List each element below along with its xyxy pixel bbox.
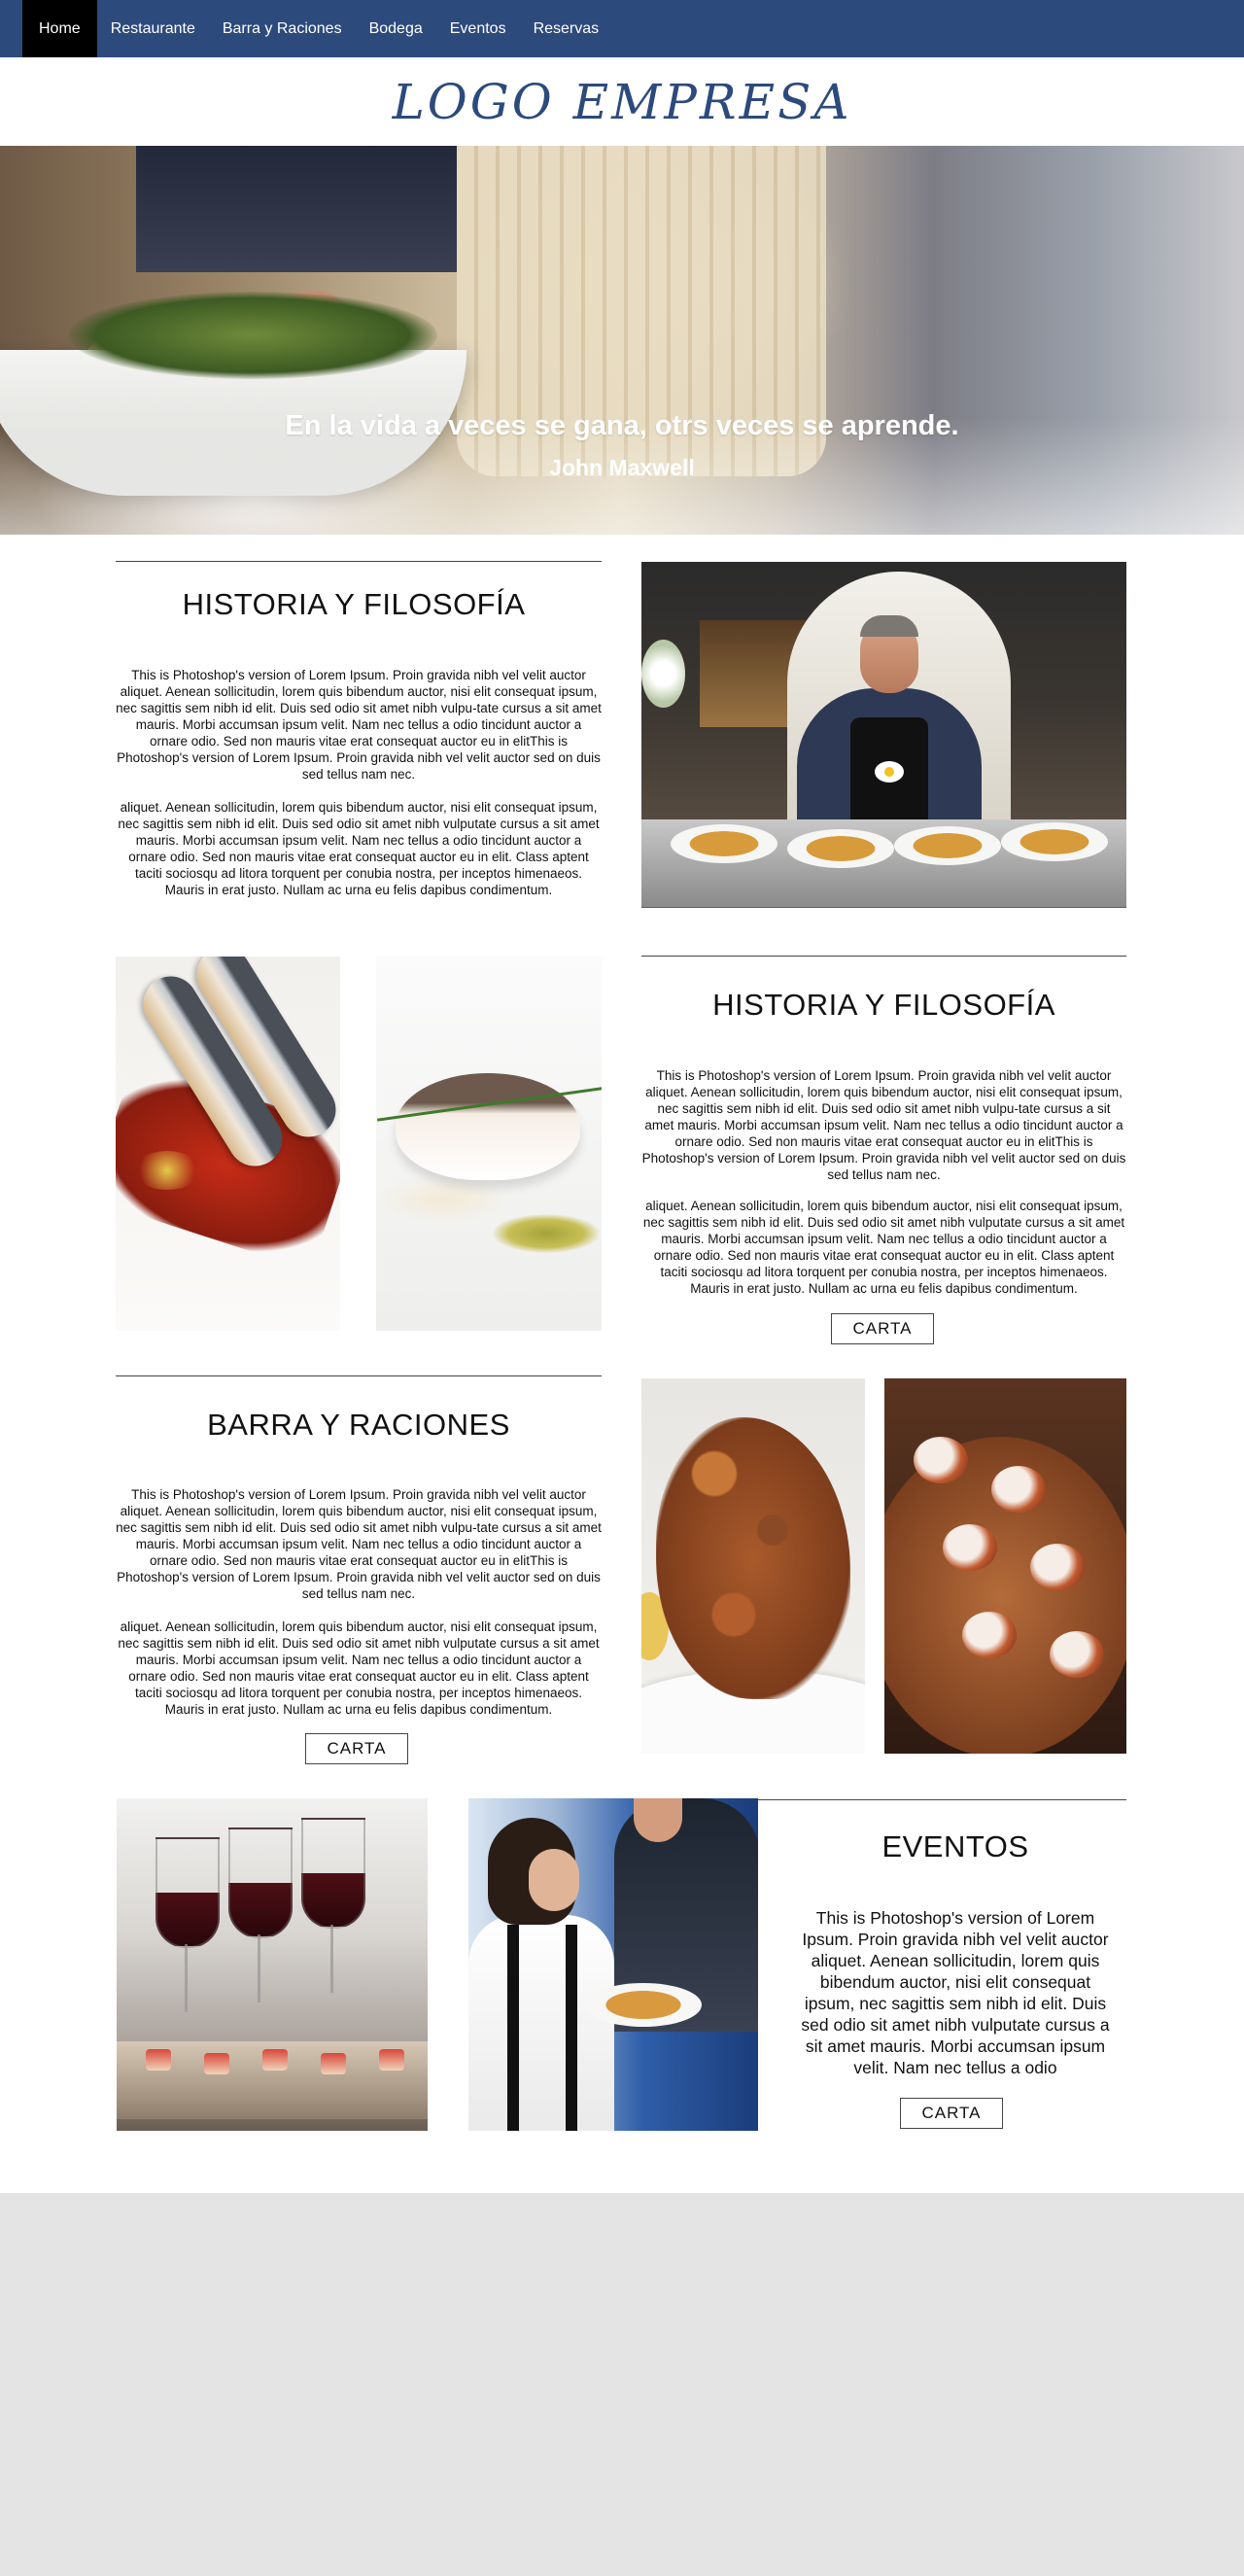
- section-divider: [758, 1799, 1126, 1800]
- nav-item-reservas[interactable]: Reservas: [520, 0, 613, 57]
- nav-item-restaurante[interactable]: Restaurante: [97, 0, 209, 57]
- nav-item-barra-y-raciones[interactable]: Barra y Raciones: [209, 0, 356, 57]
- section-paragraph: aliquet. Aenean sollicitudin, lorem quis…: [118, 1619, 600, 1717]
- main-nav: Home Restaurante Barra y Raciones Bodega…: [0, 0, 1244, 57]
- hero-banner: En la vida a veces se gana, otrs veces s…: [0, 146, 1244, 535]
- carta-button[interactable]: CARTA: [900, 2098, 1003, 2129]
- nav-item-home[interactable]: Home: [22, 0, 97, 57]
- page-background-footer: [0, 2193, 1244, 2576]
- carta-button[interactable]: CARTA: [305, 1733, 408, 1764]
- section-title-barra-y-raciones: BARRA Y RACIONES: [207, 1408, 510, 1442]
- fish-fillet-dish-photo: [376, 957, 602, 1331]
- nav-item-eventos[interactable]: Eventos: [436, 0, 520, 57]
- hero-bg-shadow: [136, 146, 457, 272]
- hero-greens-image: [68, 292, 437, 379]
- section-paragraph: This is Photoshop's version of Lorem Ips…: [641, 1068, 1126, 1182]
- section-paragraph: This is Photoshop's version of Lorem Ips…: [801, 1908, 1110, 2077]
- octopus-dish-photo: [884, 1378, 1126, 1754]
- event-waitress-photo: [468, 1798, 758, 2131]
- carta-button[interactable]: CARTA: [831, 1313, 934, 1344]
- company-logo[interactable]: LOGO EMPRESA: [393, 74, 852, 130]
- fried-calamari-photo: [641, 1378, 865, 1754]
- page: Home Restaurante Barra y Raciones Bodega…: [0, 0, 1244, 2193]
- hero-quote-author: John Maxwell: [549, 455, 695, 480]
- section-title-historia: HISTORIA Y FILOSOFÍA: [712, 988, 1055, 1022]
- section-paragraph: aliquet. Aenean sollicitudin, lorem quis…: [118, 800, 600, 897]
- wine-and-canapes-photo: [117, 1798, 428, 2131]
- nav-item-bodega[interactable]: Bodega: [356, 0, 436, 57]
- section-divider: [116, 561, 602, 562]
- section-title-eventos: EVENTOS: [881, 1829, 1029, 1863]
- logo-area: LOGO EMPRESA: [0, 57, 1244, 146]
- section-title-historia: HISTORIA Y FILOSOFÍA: [182, 587, 526, 621]
- section-divider: [641, 956, 1126, 957]
- section-paragraph: This is Photoshop's version of Lorem Ips…: [116, 668, 602, 782]
- hero-quote: En la vida a veces se gana, otrs veces s…: [285, 410, 959, 441]
- chef-photo: [641, 562, 1126, 908]
- sardines-dish-photo: [116, 957, 340, 1331]
- section-paragraph: This is Photoshop's version of Lorem Ips…: [116, 1487, 602, 1601]
- section-paragraph: aliquet. Aenean sollicitudin, lorem quis…: [642, 1199, 1125, 1296]
- section-divider: [116, 1375, 602, 1376]
